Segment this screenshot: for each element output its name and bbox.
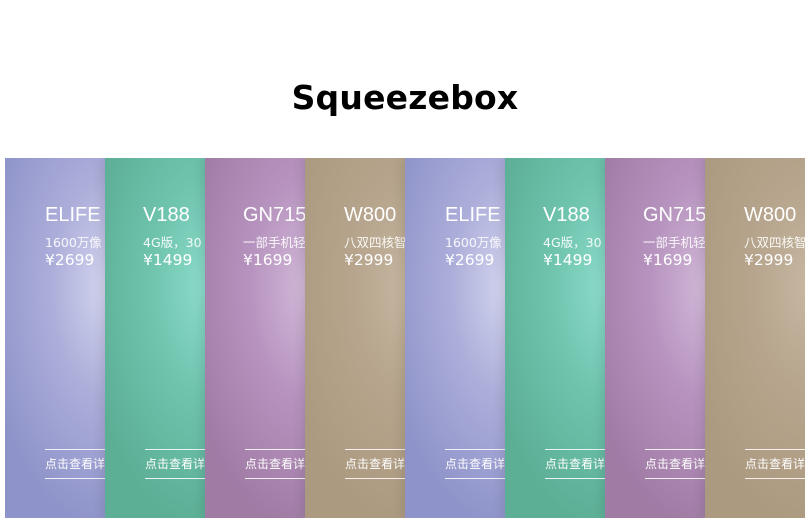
product-description: 一部手机轻 <box>643 235 705 250</box>
view-details-link[interactable]: 点击查看详 <box>645 449 705 479</box>
product-description: 一部手机轻 <box>243 235 305 250</box>
view-details-link[interactable]: 点击查看详 <box>245 449 305 479</box>
product-panel-elife-e[interactable]: ELIFE E 1600万像 ¥2699 点击查看详 <box>5 158 105 518</box>
product-description: 1600万像 <box>45 235 102 250</box>
product-name: W800 <box>744 204 797 226</box>
product-price: ¥1699 <box>643 251 693 269</box>
product-price: ¥2999 <box>344 251 394 269</box>
product-description: 八双四核智 <box>344 235 405 250</box>
product-panel-gn715[interactable]: GN715 一部手机轻 ¥1699 点击查看详 <box>605 158 705 518</box>
product-panel-v188[interactable]: V188 4G版，30 ¥1499 点击查看详 <box>505 158 605 518</box>
product-name: W800 <box>344 204 397 226</box>
product-price: ¥2699 <box>445 251 495 269</box>
product-name: GN715 <box>243 204 305 226</box>
product-name: V188 <box>543 204 590 226</box>
product-description: 4G版，30 <box>143 235 202 250</box>
product-price: ¥1699 <box>243 251 293 269</box>
product-price: ¥2999 <box>744 251 794 269</box>
product-name: ELIFE E <box>45 204 105 226</box>
view-details-link[interactable]: 点击查看详 <box>445 449 505 479</box>
product-name: ELIFE E <box>445 204 505 226</box>
product-price: ¥1499 <box>543 251 593 269</box>
squeezebox-accordion: ELIFE E 1600万像 ¥2699 点击查看详 V188 4G版，30 ¥… <box>5 158 805 518</box>
product-price: ¥1499 <box>143 251 193 269</box>
view-details-link[interactable]: 点击查看详 <box>545 449 605 479</box>
page-title: Squeezebox <box>291 78 519 118</box>
view-details-link[interactable]: 点击查看详 <box>745 449 805 479</box>
product-description: 1600万像 <box>445 235 502 250</box>
view-details-link[interactable]: 点击查看详 <box>345 449 405 479</box>
view-details-link[interactable]: 点击查看详 <box>45 449 105 479</box>
product-description: 4G版，30 <box>543 235 602 250</box>
product-panel-gn715[interactable]: GN715 一部手机轻 ¥1699 点击查看详 <box>205 158 305 518</box>
product-description: 八双四核智 <box>744 235 805 250</box>
view-details-link[interactable]: 点击查看详 <box>145 449 205 479</box>
product-panel-w800[interactable]: W800 八双四核智 ¥2999 点击查看详 <box>705 158 805 518</box>
product-panel-w800[interactable]: W800 八双四核智 ¥2999 点击查看详 <box>305 158 405 518</box>
product-panel-v188[interactable]: V188 4G版，30 ¥1499 点击查看详 <box>105 158 205 518</box>
product-price: ¥2699 <box>45 251 95 269</box>
product-name: GN715 <box>643 204 705 226</box>
product-name: V188 <box>143 204 190 226</box>
product-panel-elife-e[interactable]: ELIFE E 1600万像 ¥2699 点击查看详 <box>405 158 505 518</box>
